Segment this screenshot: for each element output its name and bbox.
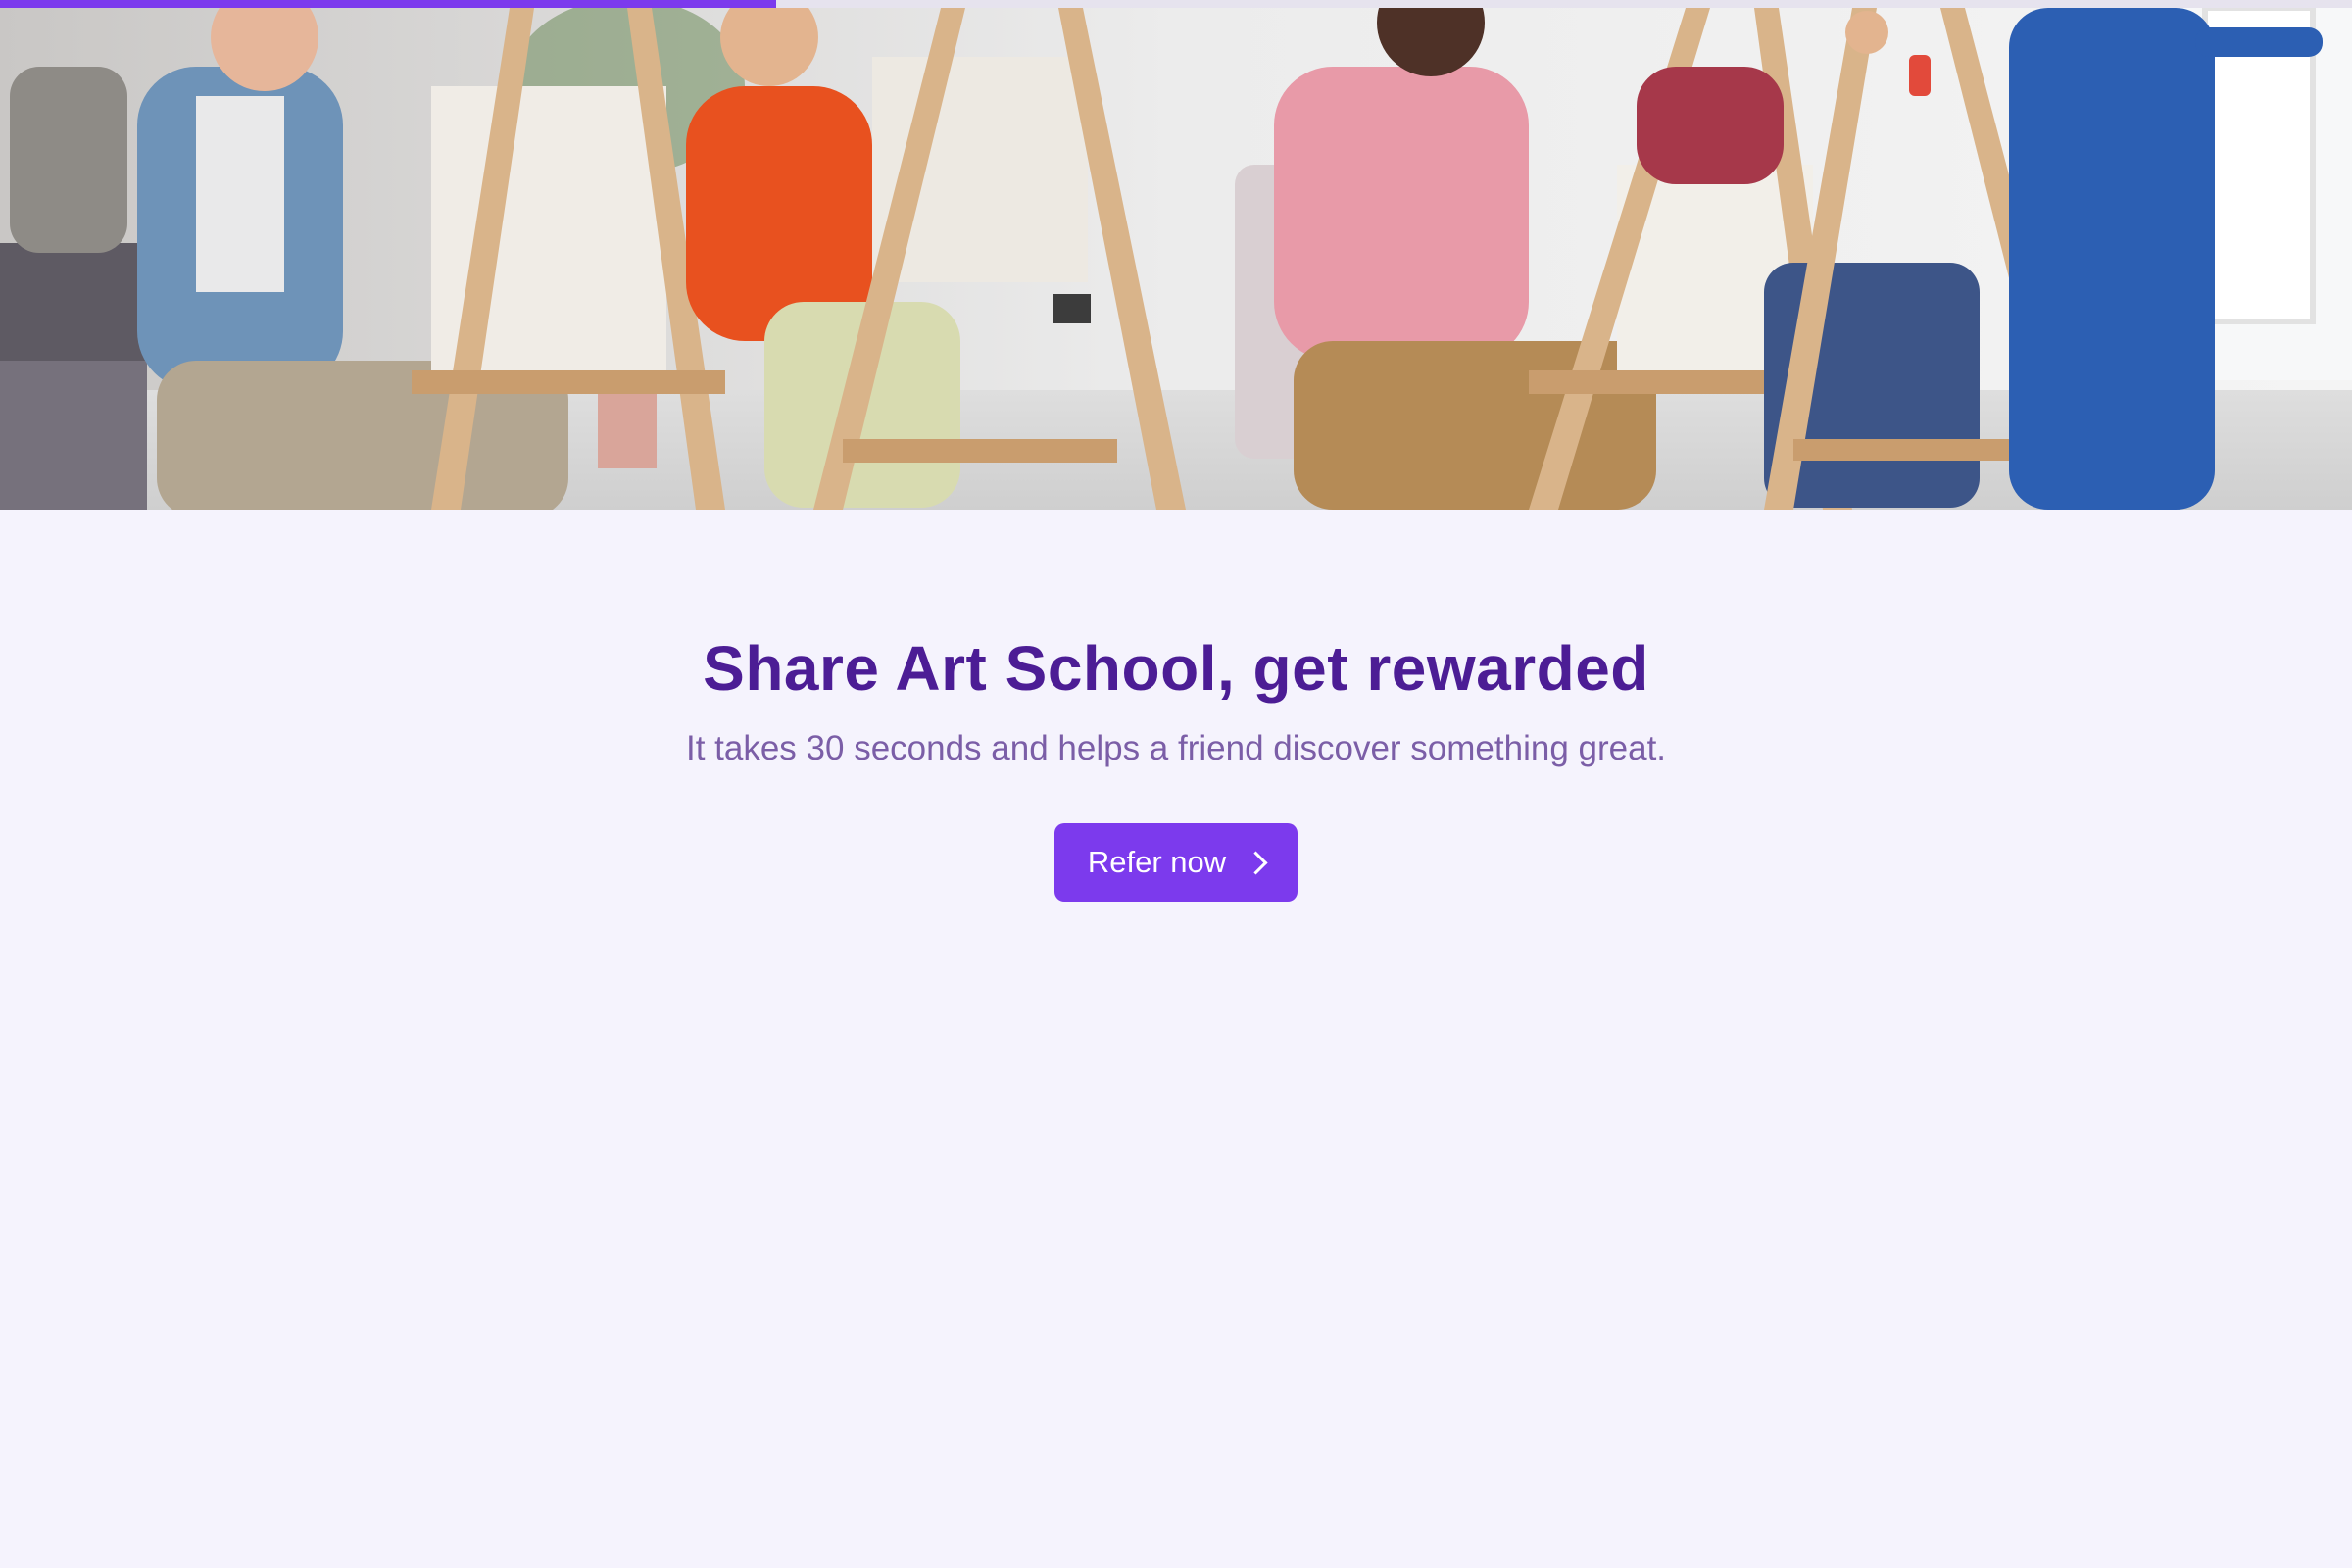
page-subtitle: It takes 30 seconds and helps a friend d…: [685, 729, 1667, 767]
hero-image: [0, 8, 2352, 510]
refer-now-label: Refer now: [1087, 845, 1227, 879]
progress-bar-fill: [0, 0, 776, 8]
refer-now-button[interactable]: Refer now: [1054, 823, 1298, 902]
progress-bar: [0, 0, 2352, 8]
page-title: Share Art School, get rewarded: [703, 633, 1649, 704]
chevron-right-icon: [1244, 850, 1268, 875]
